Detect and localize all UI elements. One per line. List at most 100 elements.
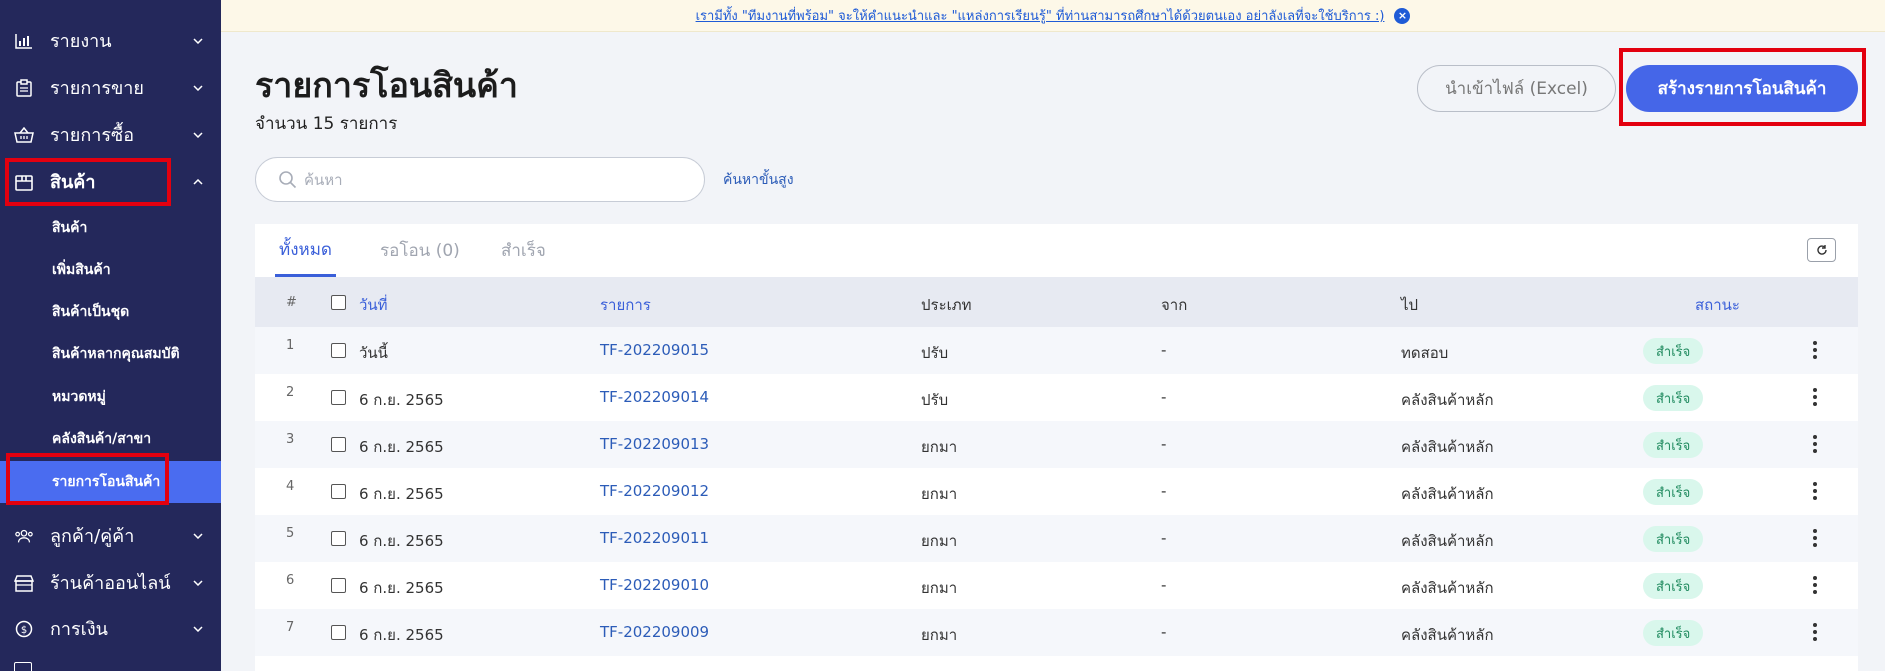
row-from: - <box>1161 482 1167 500</box>
tab-success[interactable]: สำเร็จ <box>501 224 546 277</box>
sidebar-subitem-transfers[interactable]: รายการโอนสินค้า <box>0 461 221 503</box>
select-all-checkbox[interactable] <box>331 295 346 310</box>
bar-chart-icon <box>14 31 34 51</box>
sidebar-item-label: รายการซื้อ <box>50 125 135 146</box>
sidebar-subitem-categories[interactable]: หมวดหมู่ <box>0 376 221 418</box>
chevron-down-icon <box>193 83 203 93</box>
sidebar-subitem-label: หมวดหมู่ <box>52 389 106 405</box>
sidebar-item-label: การเงิน <box>50 619 108 640</box>
row-to: คลังสินค้าหลัก <box>1401 579 1494 597</box>
close-icon[interactable]: × <box>1394 7 1411 24</box>
row-to: คลังสินค้าหลัก <box>1401 438 1494 456</box>
row-number: 4 <box>286 479 295 494</box>
refresh-button[interactable] <box>1807 238 1836 262</box>
basket-icon <box>14 125 34 145</box>
more-options-icon[interactable] <box>1812 388 1818 406</box>
table-row[interactable]: 6 6 ก.ย. 2565 TF-202209010 ยกมา - คลังสิ… <box>255 562 1858 609</box>
row-to: คลังสินค้าหลัก <box>1401 485 1494 503</box>
more-options-icon[interactable] <box>1812 623 1818 641</box>
row-checkbox[interactable] <box>331 578 346 593</box>
more-options-icon[interactable] <box>1812 435 1818 453</box>
chevron-down-icon <box>193 578 203 588</box>
more-options-icon[interactable] <box>1812 482 1818 500</box>
col-header-item[interactable]: รายการ <box>600 293 651 317</box>
tab-all[interactable]: ทั้งหมด <box>275 224 336 277</box>
sidebar-item-sales[interactable]: รายการขาย <box>0 64 221 111</box>
more-options-icon[interactable] <box>1812 529 1818 547</box>
sidebar-subitem-add-product[interactable]: เพิ่มสินค้า <box>0 249 221 291</box>
row-checkbox[interactable] <box>331 625 346 640</box>
sidebar-subitem-label: รายการโอนสินค้า <box>52 474 161 490</box>
row-item-link[interactable]: TF-202209012 <box>600 482 709 500</box>
col-header-date[interactable]: วันที่ <box>359 293 388 317</box>
advanced-search-link[interactable]: ค้นหาขั้นสูง <box>723 169 794 191</box>
create-transfer-button[interactable]: สร้างรายการโอนสินค้า <box>1626 65 1858 112</box>
row-item-link[interactable]: TF-202209011 <box>600 529 709 547</box>
sidebar-subitem-label: สินค้าหลากคุณสมบัติ <box>52 346 180 362</box>
import-excel-button[interactable]: นำเข้าไฟล์ (Excel) <box>1417 65 1616 112</box>
transfer-list-card: ทั้งหมด รอโอน (0) สำเร็จ # วันที่ รายการ… <box>255 224 1858 671</box>
status-badge: สำเร็จ <box>1643 432 1704 458</box>
row-from: - <box>1161 341 1167 359</box>
status-badge: สำเร็จ <box>1643 338 1704 364</box>
row-number: 7 <box>286 620 295 635</box>
table-row[interactable]: 5 6 ก.ย. 2565 TF-202209011 ยกมา - คลังสิ… <box>255 515 1858 562</box>
search-input[interactable] <box>304 166 684 194</box>
sidebar-item-label: สินค้า <box>50 172 96 193</box>
row-to: คลังสินค้าหลัก <box>1401 532 1494 550</box>
table-row[interactable]: 4 6 ก.ย. 2565 TF-202209012 ยกมา - คลังสิ… <box>255 468 1858 515</box>
sidebar-subitem-products[interactable]: สินค้า <box>0 207 221 249</box>
sidebar-item-online-store[interactable]: ร้านค้าออนไลน์ <box>0 559 221 606</box>
chevron-down-icon <box>193 531 203 541</box>
more-options-icon[interactable] <box>1812 341 1818 359</box>
sidebar-subitem-warehouses[interactable]: คลังสินค้า/สาขา <box>0 418 221 460</box>
row-checkbox[interactable] <box>331 531 346 546</box>
sidebar-subitem-label: เพิ่มสินค้า <box>52 262 111 278</box>
row-type: ปรับ <box>921 344 949 362</box>
chevron-down-icon <box>193 624 203 634</box>
sidebar-item-products[interactable]: สินค้า <box>0 158 221 205</box>
sidebar-subitem-bundles[interactable]: สินค้าเป็นชุด <box>0 291 221 333</box>
sidebar-item-purchases[interactable]: รายการซื้อ <box>0 111 221 158</box>
row-type: ยกมา <box>921 532 958 550</box>
box-icon <box>14 172 34 192</box>
store-icon <box>14 573 34 593</box>
row-date: 6 ก.ย. 2565 <box>359 626 444 644</box>
row-checkbox[interactable] <box>331 437 346 452</box>
table-row[interactable]: 2 6 ก.ย. 2565 TF-202209014 ปรับ - คลังสิ… <box>255 374 1858 421</box>
table-row[interactable] <box>255 656 1858 671</box>
row-item-link[interactable]: TF-202209014 <box>600 388 709 406</box>
table-row[interactable]: 1 วันนี้ TF-202209015 ปรับ - ทดสอบ สำเร็… <box>255 327 1858 374</box>
sidebar-item-label: ร้านค้าออนไลน์ <box>50 573 171 594</box>
row-number: 6 <box>286 573 295 588</box>
sidebar-subitem-variants[interactable]: สินค้าหลากคุณสมบัติ <box>0 333 221 375</box>
col-header-type: ประเภท <box>921 296 972 314</box>
col-header-status[interactable]: สถานะ <box>1695 293 1740 317</box>
sidebar-item-finance[interactable]: $ การเงิน <box>0 605 221 652</box>
row-item-link[interactable]: TF-202209015 <box>600 341 709 359</box>
row-type: ยกมา <box>921 438 958 456</box>
sidebar-item-contacts[interactable]: ลูกค้า/คู่ค้า <box>0 512 221 559</box>
row-checkbox[interactable] <box>331 484 346 499</box>
users-icon <box>14 526 34 546</box>
document-icon <box>14 662 32 671</box>
row-item-link[interactable]: TF-202209010 <box>600 576 709 594</box>
chevron-up-icon <box>193 177 203 187</box>
row-checkbox[interactable] <box>331 343 346 358</box>
row-item-link[interactable]: TF-202209013 <box>600 435 709 453</box>
row-checkbox[interactable] <box>331 390 346 405</box>
row-type: ยกมา <box>921 626 958 644</box>
more-options-icon[interactable] <box>1812 576 1818 594</box>
refresh-icon <box>1816 241 1828 260</box>
record-count: จำนวน 15 รายการ <box>255 114 398 134</box>
clipboard-icon <box>14 78 34 98</box>
table-row[interactable]: 3 6 ก.ย. 2565 TF-202209013 ยกมา - คลังสิ… <box>255 421 1858 468</box>
table-row[interactable]: 7 6 ก.ย. 2565 TF-202209009 ยกมา - คลังสิ… <box>255 609 1858 656</box>
sidebar-item-reports[interactable]: รายงาน <box>0 17 221 64</box>
banner-link[interactable]: เรามีทั้ง "ทีมงานที่พร้อม" จะให้คำแนะนำแ… <box>696 5 1385 26</box>
row-item-link[interactable]: TF-202209009 <box>600 623 709 641</box>
row-date: วันนี้ <box>359 344 388 362</box>
tab-pending[interactable]: รอโอน (0) <box>380 224 460 277</box>
sidebar-item-label: รายงาน <box>50 31 112 52</box>
sidebar: รายงาน รายการขาย รายการซื้อ สินค้า สินค้… <box>0 0 221 671</box>
